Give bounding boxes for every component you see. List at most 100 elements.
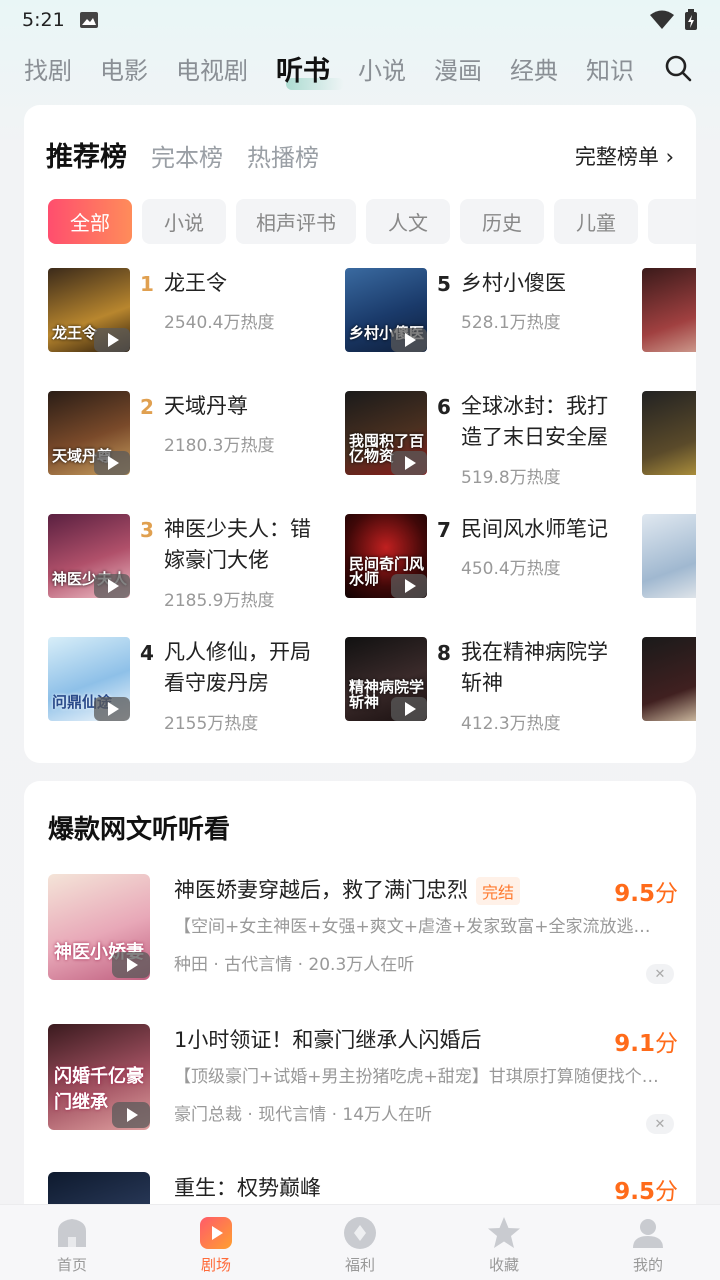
dismiss-icon[interactable]: ✕: [646, 964, 674, 984]
book-meta: 豪门总裁 · 现代言情 · 14万人在听: [174, 1105, 433, 1125]
play-icon: [94, 451, 130, 475]
play-icon: [94, 697, 130, 721]
rank-item[interactable]: 神医少夫人 3 神医少夫人：错嫁豪门大佬 2185.9万热度: [48, 514, 338, 611]
book-cover: 神医小娇妻: [48, 874, 150, 980]
play-icon: [391, 574, 427, 598]
book-heat: 2540.4万热度: [164, 313, 275, 333]
chip-humanities[interactable]: 人文: [366, 199, 450, 244]
section-title: 爆款网文听听看: [48, 815, 231, 845]
book-cover-partial[interactable]: [642, 637, 696, 721]
book-cover-partial[interactable]: [642, 391, 696, 475]
book-cover: 闪婚千亿豪门继承: [48, 1024, 150, 1130]
tab-tv[interactable]: 电视剧: [176, 51, 248, 86]
top-category-nav: 找剧 电影 电视剧 听书 小说 漫画 经典 知识: [0, 40, 720, 96]
battery-charging-icon: [685, 9, 697, 30]
book-meta: 种田 · 古代言情 · 20.3万人在听: [174, 955, 415, 975]
book-title: 民间风水师笔记: [461, 517, 608, 541]
bottom-nav: 首页 剧场 福利 收藏 我的: [0, 1204, 720, 1280]
book-heat: 2155万热度: [164, 714, 259, 734]
tab-completed-rank[interactable]: 完本榜: [151, 138, 223, 173]
play-icon: [94, 328, 130, 352]
rank-item[interactable]: 问鼎仙途 4 凡人修仙，开局看守废丹房 2155万热度: [48, 637, 338, 734]
play-icon: [112, 952, 150, 978]
book-title: 我在精神病院学斩神: [461, 640, 608, 695]
book-heat: 519.8万热度: [461, 468, 561, 488]
wifi-icon: [650, 10, 674, 29]
completed-badge: 完结: [476, 877, 521, 905]
book-title: 全球冰封：我打造了末日安全屋: [461, 394, 608, 449]
book-cover: 乡村小傻医: [345, 268, 427, 352]
book-description: 【顶级豪门+试婚+男主扮猪吃虎+甜宠】甘琪原打算随便找个…: [174, 1067, 659, 1087]
book-cover: 天域丹尊: [48, 391, 130, 475]
book-cover: 问鼎仙途: [48, 637, 130, 721]
rank-item[interactable]: 民间奇门风水师 7 民间风水师笔记 450.4万热度: [345, 514, 635, 604]
ranking-card: 推荐榜 完本榜 热播榜 完整榜单 › 全部 小说 相声评书 人文 历史 儿童 龙…: [24, 105, 696, 763]
tab-movie[interactable]: 电影: [100, 51, 148, 86]
book-cover: 龙王令: [48, 268, 130, 352]
play-icon: [391, 697, 427, 721]
tab-comic[interactable]: 漫画: [434, 51, 482, 86]
hot-item[interactable]: 神医小娇妻 神医娇妻穿越后，救了满门忠烈 完结 9.5分 【空间+女主神医+女强+…: [48, 874, 678, 984]
chip-all[interactable]: 全部: [48, 199, 132, 244]
hot-novels-card: 爆款网文听听看 神医小娇妻 神医娇妻穿越后，救了满门忠烈 完结 9.5分 【空间+…: [24, 781, 696, 1241]
book-cover: 我囤积了百亿物资: [345, 391, 427, 475]
chip-children[interactable]: 儿童: [554, 199, 638, 244]
home-icon: [58, 1219, 86, 1247]
book-cover-partial[interactable]: [642, 514, 696, 598]
tab-classic[interactable]: 经典: [510, 51, 558, 86]
tab-hot-rank[interactable]: 热播榜: [247, 138, 319, 173]
book-cover: 神医少夫人: [48, 514, 130, 598]
book-title: 凡人修仙，开局看守废丹房: [164, 640, 311, 695]
nav-favorites[interactable]: 收藏: [432, 1205, 576, 1280]
image-notification-icon: [79, 12, 98, 28]
ranking-tabs: 推荐榜 完本榜 热播榜: [46, 135, 319, 174]
book-heat: 2185.9万热度: [164, 591, 275, 611]
genre-chips: 全部 小说 相声评书 人文 历史 儿童: [48, 199, 696, 244]
play-icon: [391, 451, 427, 475]
nav-welfare[interactable]: 福利: [288, 1205, 432, 1280]
book-heat: 450.4万热度: [461, 559, 561, 579]
tab-audiobook[interactable]: 听书: [276, 49, 344, 90]
book-cover: 精神病院学斩神: [345, 637, 427, 721]
chip-novel[interactable]: 小说: [142, 199, 226, 244]
rank-item[interactable]: 我囤积了百亿物资 6 全球冰封：我打造了末日安全屋 519.8万热度: [345, 391, 635, 488]
star-icon: [488, 1217, 520, 1248]
book-title: 重生：权势巅峰: [174, 1176, 321, 1200]
book-description: 【空间+女主神医+女强+爽文+虐渣+发家致富+全家流放逃荒…: [174, 917, 664, 937]
nav-theater[interactable]: 剧场: [144, 1205, 288, 1280]
tab-recommend-rank[interactable]: 推荐榜: [46, 135, 127, 174]
status-bar: 5:21: [0, 0, 720, 40]
play-icon: [112, 1102, 150, 1128]
book-title: 天域丹尊: [164, 394, 248, 418]
book-heat: 2180.3万热度: [164, 436, 275, 456]
tab-novel[interactable]: 小说: [358, 51, 406, 86]
rank-item[interactable]: 乡村小傻医 5 乡村小傻医 528.1万热度: [345, 268, 635, 358]
nav-home[interactable]: 首页: [0, 1205, 144, 1280]
tab-knowledge[interactable]: 知识: [586, 51, 634, 86]
dismiss-icon[interactable]: ✕: [646, 1114, 674, 1134]
book-heat: 412.3万热度: [461, 714, 561, 734]
score: 9.5分: [614, 881, 678, 907]
rank-item[interactable]: 天域丹尊 2 天域丹尊 2180.3万热度: [48, 391, 338, 481]
nav-profile[interactable]: 我的: [576, 1205, 720, 1280]
score: 9.5分: [614, 1179, 678, 1205]
book-heat: 528.1万热度: [461, 313, 561, 333]
rank-item[interactable]: 精神病院学斩神 8 我在精神病院学斩神 412.3万热度: [345, 637, 635, 734]
hot-item[interactable]: 闪婚千亿豪门继承 1小时领证！和豪门继承人闪婚后 9.1分 【顶级豪门+试婚+男…: [48, 1024, 678, 1134]
chip-history[interactable]: 历史: [460, 199, 544, 244]
book-title: 神医娇妻穿越后，救了满门忠烈 完结: [174, 874, 521, 905]
tab-find-drama[interactable]: 找剧: [24, 51, 72, 86]
book-title: 龙王令: [164, 271, 227, 295]
user-icon: [633, 1219, 663, 1248]
score: 9.1分: [614, 1031, 678, 1057]
chip-crosstalk[interactable]: 相声评书: [236, 199, 356, 244]
rank-item[interactable]: 龙王令 1 龙王令 2540.4万热度: [48, 268, 338, 358]
search-icon[interactable]: [662, 52, 694, 84]
theater-icon: [200, 1217, 232, 1249]
play-icon: [391, 328, 427, 352]
full-list-link[interactable]: 完整榜单 ›: [575, 141, 674, 171]
chip-partial[interactable]: [648, 199, 696, 244]
book-cover-partial[interactable]: [642, 268, 696, 352]
book-title: 1小时领证！和豪门继承人闪婚后: [174, 1028, 482, 1052]
book-title: 乡村小傻医: [461, 271, 566, 295]
